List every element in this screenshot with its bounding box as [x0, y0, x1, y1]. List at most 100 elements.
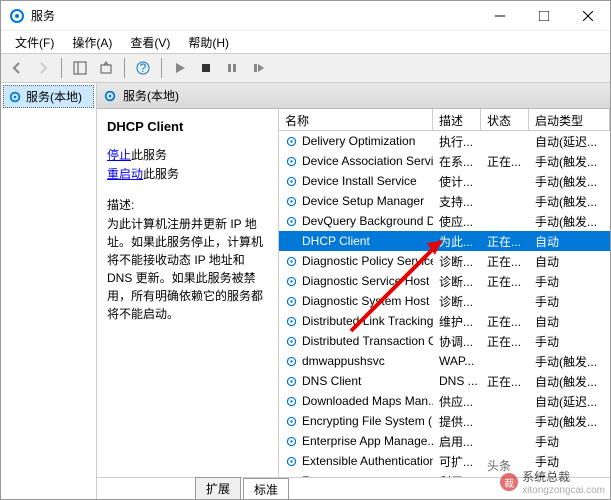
right-pane-header: 服务(本地) — [97, 83, 610, 109]
cell-desc: DNS ... — [433, 374, 481, 388]
toolbar: ? — [1, 53, 610, 83]
menu-help[interactable]: 帮助(H) — [180, 32, 237, 53]
service-row[interactable]: Distributed Link Tracking...维护...正在...自动 — [279, 311, 610, 331]
service-row[interactable]: Downloaded Maps Man...供应... 自动(延迟... — [279, 391, 610, 411]
console-tree: 服务(本地) — [1, 83, 97, 499]
service-row[interactable]: Diagnostic System Host诊断...手动 — [279, 291, 610, 311]
cell-name: Extensible Authentication... — [279, 454, 433, 468]
service-row[interactable]: Device Setup Manager支持...手动(触发... — [279, 191, 610, 211]
cell-startup: 手动(触发... — [529, 353, 610, 370]
cell-desc: 协调... — [433, 333, 481, 350]
titlebar: 服务 — [1, 1, 610, 31]
maximize-button[interactable] — [522, 1, 566, 31]
cell-desc: 提供... — [433, 413, 481, 430]
menubar: 文件(F) 操作(A) 查看(V) 帮助(H) — [1, 31, 610, 53]
show-hide-tree-button[interactable] — [68, 56, 92, 80]
cell-startup: 手动(触发... — [529, 213, 610, 230]
help-button[interactable]: ? — [131, 56, 155, 80]
cell-name: Distributed Transaction C... — [279, 334, 433, 348]
service-row[interactable]: Delivery Optimization执行...自动(延迟... — [279, 131, 610, 151]
description-label: 描述: — [107, 196, 268, 213]
cell-status: 正在... — [481, 253, 529, 270]
cell-desc: 供应... — [433, 393, 481, 410]
cell-name: Device Setup Manager — [279, 194, 433, 208]
restart-service-button[interactable] — [246, 56, 270, 80]
menu-file[interactable]: 文件(F) — [7, 32, 62, 53]
gear-icon — [103, 89, 117, 103]
cell-startup: 手动(触发... — [529, 413, 610, 430]
tab-extended[interactable]: 扩展 — [195, 477, 241, 499]
cell-startup: 自动 — [529, 313, 610, 330]
cell-desc: 利用... — [433, 473, 481, 478]
minimize-button[interactable] — [478, 1, 522, 31]
menu-view[interactable]: 查看(V) — [122, 32, 178, 53]
stop-service-button[interactable] — [194, 56, 218, 80]
gear-icon — [8, 90, 22, 104]
cell-status: 正在... — [481, 313, 529, 330]
cell-desc: 支持... — [433, 193, 481, 210]
service-row[interactable]: DNS ClientDNS ...正在...自动(触发... — [279, 371, 610, 391]
service-row[interactable]: Diagnostic Policy Service诊断...正在...自动 — [279, 251, 610, 271]
tree-services-local[interactable]: 服务(本地) — [3, 85, 94, 108]
cell-name: Downloaded Maps Man... — [279, 394, 433, 408]
cell-name: DevQuery Background D... — [279, 214, 433, 228]
window-title: 服务 — [31, 7, 478, 24]
svg-text:?: ? — [140, 61, 147, 75]
column-status[interactable]: 状态 — [481, 109, 529, 130]
detail-panel: DHCP Client 停止此服务 重启动此服务 描述: 为此计算机注册并更新 … — [97, 109, 279, 477]
cell-startup: 自动 — [529, 233, 610, 250]
export-button[interactable] — [94, 56, 118, 80]
menu-action[interactable]: 操作(A) — [64, 32, 120, 53]
services-list[interactable]: Delivery Optimization执行...自动(延迟...Device… — [279, 131, 610, 477]
restart-link[interactable]: 重启动 — [107, 167, 143, 181]
cell-name: Diagnostic System Host — [279, 294, 433, 308]
stop-link[interactable]: 停止 — [107, 148, 131, 162]
cell-desc: WAP... — [433, 354, 481, 368]
service-row[interactable]: Distributed Transaction C...协调...正在...手动 — [279, 331, 610, 351]
cell-name: Diagnostic Service Host — [279, 274, 433, 288]
cell-startup: 自动(延迟... — [529, 393, 610, 410]
column-name[interactable]: 名称 — [279, 109, 433, 130]
cell-desc: 可扩... — [433, 453, 481, 470]
cell-status: 正在... — [481, 233, 529, 250]
service-row[interactable]: Device Association Service在系...正在...手动(触… — [279, 151, 610, 171]
cell-startup: 手动(触发... — [529, 153, 610, 170]
cell-desc: 诊断... — [433, 293, 481, 310]
cell-startup: 自动 — [529, 253, 610, 270]
back-button[interactable] — [5, 56, 29, 80]
cell-status: 正在... — [481, 333, 529, 350]
cell-desc: 在系... — [433, 153, 481, 170]
close-button[interactable] — [566, 1, 610, 31]
cell-name: Encrypting File System (E... — [279, 414, 433, 428]
start-service-button[interactable] — [168, 56, 192, 80]
cell-desc: 诊断... — [433, 273, 481, 290]
cell-startup: 手动 — [529, 273, 610, 290]
service-row[interactable]: Device Install Service使计...手动(触发... — [279, 171, 610, 191]
service-row[interactable]: DHCP Client为此...正在...自动 — [279, 231, 610, 251]
service-row[interactable]: DevQuery Background D...使应... 手动(触发... — [279, 211, 610, 231]
pause-service-button[interactable] — [220, 56, 244, 80]
cell-desc: 维护... — [433, 313, 481, 330]
service-row[interactable]: Enterprise App Manage...启用...手动 — [279, 431, 610, 451]
cell-startup: 自动(触发... — [529, 373, 610, 390]
cell-desc: 执行... — [433, 133, 481, 150]
cell-startup: 手动 — [529, 433, 610, 450]
selected-service-title: DHCP Client — [107, 119, 268, 134]
service-row[interactable]: Diagnostic Service Host诊断...正在...手动 — [279, 271, 610, 291]
services-icon — [9, 8, 25, 24]
description-text: 为此计算机注册并更新 IP 地址。如果此服务停止，计算机将不能接收动态 IP 地… — [107, 215, 268, 323]
cell-desc: 使应... — [433, 213, 481, 230]
column-description[interactable]: 描述 — [433, 109, 481, 130]
cell-name: Delivery Optimization — [279, 134, 433, 148]
service-row[interactable]: Encrypting File System (E...提供... 手动(触发..… — [279, 411, 610, 431]
tab-standard[interactable]: 标准 — [243, 478, 289, 499]
cell-desc: 诊断... — [433, 253, 481, 270]
right-header-label: 服务(本地) — [123, 87, 179, 104]
cell-name: Distributed Link Tracking... — [279, 314, 433, 328]
cell-name: DHCP Client — [279, 234, 433, 248]
watermark-icon: 裁 — [500, 473, 518, 491]
cell-name: Device Association Service — [279, 154, 433, 168]
column-startup[interactable]: 启动类型 — [529, 109, 610, 130]
service-row[interactable]: dmwappushsvcWAP...手动(触发... — [279, 351, 610, 371]
forward-button[interactable] — [31, 56, 55, 80]
